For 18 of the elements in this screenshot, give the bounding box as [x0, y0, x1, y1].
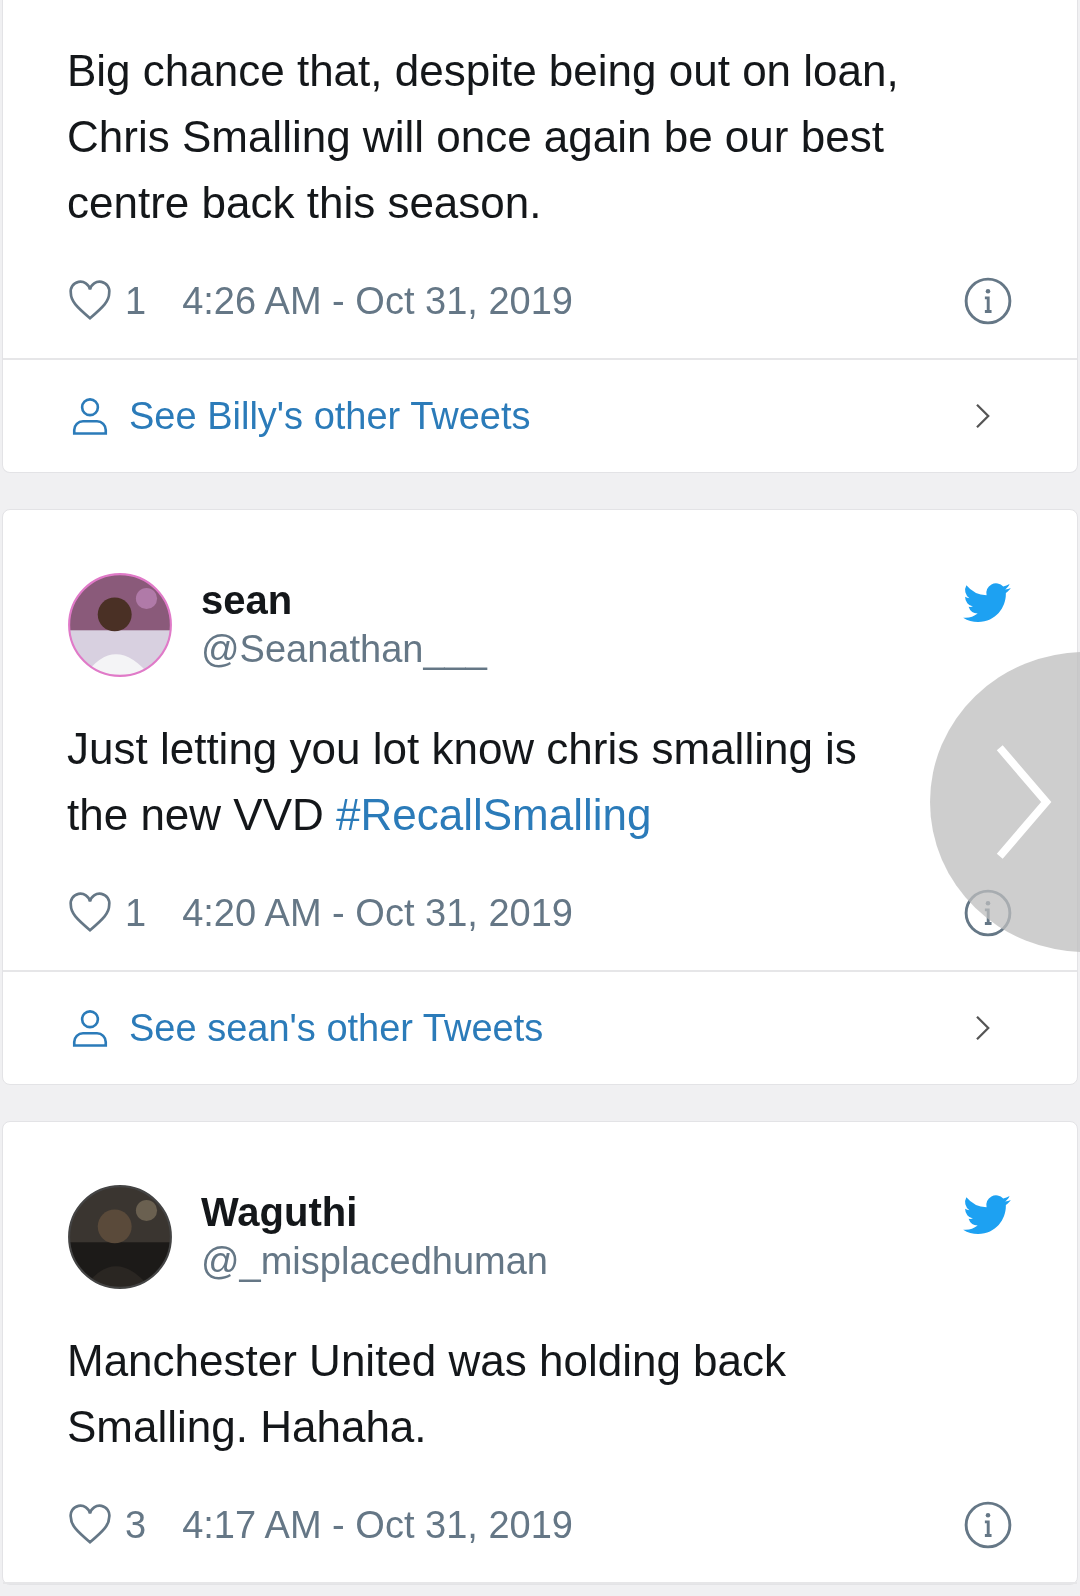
other-tweets-link[interactable]: See Billy's other Tweets: [129, 394, 531, 438]
user-handle: @_misplacedhuman: [201, 1239, 548, 1284]
tweet-time: 4:26 AM - Oct 31, 2019: [182, 279, 573, 323]
info-icon[interactable]: [963, 1500, 1013, 1550]
tweet-time: 4:17 AM - Oct 31, 2019: [182, 1503, 573, 1547]
info-icon[interactable]: [963, 276, 1013, 326]
tweet-text: Manchester United was holding back Smalling. Hahaha.: [66, 1335, 788, 1453]
other-tweets-link[interactable]: See sean's other Tweets: [129, 1006, 544, 1050]
user-handle: @Seanathan___: [201, 627, 487, 672]
hashtag-link[interactable]: #RecallSmalling: [336, 790, 652, 839]
user-name: Waguthi: [201, 1189, 359, 1236]
like-count: 3: [125, 1503, 147, 1547]
user-name: sean: [201, 577, 294, 624]
tweet-text: Big chance that, despite being out on loan, Chris Smalling will once again be our best centre back this season.: [66, 45, 900, 229]
like-count: 1: [125, 279, 147, 323]
tweet-time: 4:20 AM - Oct 31, 2019: [182, 891, 573, 935]
like-count: 1: [125, 891, 147, 935]
tweet-text: Just letting you lot know chris smalling is the new VVD #RecallSmalling: [66, 723, 858, 841]
